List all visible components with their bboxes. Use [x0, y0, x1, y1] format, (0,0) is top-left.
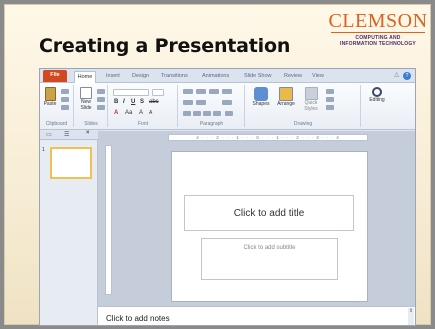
close-pane-icon[interactable]: × — [86, 130, 90, 136]
format-painter-icon[interactable] — [61, 105, 69, 110]
paste-icon — [44, 87, 56, 101]
logo-name: CLEMSON — [328, 10, 428, 32]
shapes-label: Shapes — [252, 101, 270, 107]
ribbon-home: Paste Clipboard New Slide Slides B I U S… — [40, 83, 415, 130]
shapes-icon — [254, 87, 268, 101]
group-label-clipboard: Clipboard — [45, 121, 68, 127]
powerpoint-window: File Home Insert Design Transitions Anim… — [39, 68, 416, 326]
vertical-ruler — [105, 145, 112, 295]
tab-review[interactable]: Review — [284, 71, 302, 82]
slides-tab-icon[interactable]: ▭ — [46, 131, 52, 138]
columns-icon[interactable] — [225, 111, 233, 116]
shrink-font-button[interactable]: A — [149, 110, 152, 116]
decrease-indent-icon[interactable] — [183, 100, 193, 105]
arrange-label: Arrange — [277, 101, 295, 107]
group-drawing: Shapes Arrange Quick Styles Drawing — [246, 85, 361, 127]
slide-thumbnail[interactable] — [50, 147, 92, 179]
align-center-icon[interactable] — [193, 111, 201, 116]
copy-icon[interactable] — [61, 97, 69, 102]
arrange-button[interactable]: Arrange — [274, 87, 298, 107]
group-paragraph: Paragraph — [179, 85, 245, 127]
cut-icon[interactable] — [61, 89, 69, 94]
group-slides: New Slide Slides — [75, 85, 108, 127]
bold-button[interactable]: B — [114, 99, 118, 105]
logo-rule — [331, 32, 425, 33]
tab-home[interactable]: Home — [74, 71, 96, 83]
shadow-button[interactable]: S — [140, 99, 144, 105]
align-left-icon[interactable] — [183, 111, 191, 116]
shape-fill-icon[interactable] — [326, 89, 334, 94]
quick-styles-label: Quick Styles — [304, 100, 318, 112]
increase-indent-icon[interactable] — [196, 100, 206, 105]
outline-tab-icon[interactable]: ☰ — [64, 131, 69, 138]
tab-file[interactable]: File — [43, 70, 67, 82]
tab-slide-show[interactable]: Slide Show — [244, 71, 272, 82]
shape-outline-icon[interactable] — [326, 97, 334, 102]
ribbon-tab-bar: File Home Insert Design Transitions Anim… — [40, 69, 415, 83]
quick-styles-button[interactable]: Quick Styles — [300, 87, 322, 112]
group-clipboard: Paste Clipboard — [40, 85, 74, 127]
reset-icon[interactable] — [97, 97, 105, 102]
quick-styles-icon — [304, 87, 318, 100]
editing-label: Editing — [369, 97, 385, 103]
paste-button[interactable]: Paste — [42, 87, 58, 107]
group-label-font: Font — [137, 121, 148, 127]
section-icon[interactable] — [97, 105, 105, 110]
tab-transitions[interactable]: Transitions — [161, 71, 188, 82]
horizontal-ruler: 4 · · · 2 · · · 1 · · · 0 · · · 1 · · · … — [168, 134, 368, 141]
slides-pane: ▭ ☰ × 1 — [40, 130, 98, 325]
group-label-paragraph: Paragraph — [199, 121, 224, 127]
slide-canvas[interactable]: Click to add title Click to add subtitle — [171, 151, 368, 302]
shapes-button[interactable]: Shapes — [250, 87, 272, 107]
group-editing: Editing — [362, 85, 392, 127]
numbering-icon[interactable] — [196, 89, 206, 94]
arrange-icon — [279, 87, 293, 101]
strikethrough-button[interactable]: abc — [149, 99, 159, 105]
help-icon[interactable]: ? — [403, 72, 411, 80]
italic-button[interactable]: I — [123, 99, 125, 105]
font-name-box[interactable] — [113, 89, 149, 96]
logo-sub-line2: INFORMATION TECHNOLOGY — [340, 41, 416, 47]
shape-effects-icon[interactable] — [326, 105, 334, 110]
minimize-ribbon-icon[interactable]: △ — [394, 71, 399, 78]
binoculars-icon — [372, 87, 382, 97]
underline-button[interactable]: U — [131, 99, 135, 105]
new-slide-button[interactable]: New Slide — [78, 87, 94, 111]
justify-icon[interactable] — [213, 111, 221, 116]
clemson-logo: CLEMSON COMPUTING AND INFORMATION TECHNO… — [323, 11, 433, 56]
title-placeholder[interactable]: Click to add title — [184, 195, 354, 231]
new-slide-icon — [80, 87, 92, 99]
tab-animations[interactable]: Animations — [202, 71, 229, 82]
new-slide-label: New Slide — [80, 99, 92, 111]
align-right-icon[interactable] — [203, 111, 211, 116]
group-label-slides: Slides — [84, 121, 98, 127]
font-color-button[interactable]: A — [114, 110, 118, 116]
change-case-button[interactable]: Aa — [125, 110, 132, 116]
group-label-drawing: Drawing — [293, 121, 313, 127]
grow-font-button[interactable]: A — [139, 110, 143, 116]
notes-pane[interactable]: Click to add notes — [98, 306, 415, 325]
subtitle-placeholder[interactable]: Click to add subtitle — [201, 238, 338, 280]
tab-view[interactable]: View — [312, 71, 324, 82]
layout-icon[interactable] — [97, 89, 105, 94]
bullets-icon[interactable] — [183, 89, 193, 94]
slide-number: 1 — [42, 147, 45, 153]
notes-scrollbar[interactable]: ⇕ — [408, 308, 414, 325]
tab-design[interactable]: Design — [132, 71, 149, 82]
text-direction-icon[interactable] — [222, 89, 232, 94]
presentation-slide: Creating a Presentation CLEMSON COMPUTIN… — [4, 4, 433, 326]
slide-workspace: 4 · · · 2 · · · 1 · · · 0 · · · 1 · · · … — [98, 131, 415, 325]
slides-pane-tabs: ▭ ☰ × — [40, 130, 98, 140]
group-font: B I U S abc A Aa A A Font — [109, 85, 178, 127]
editing-button[interactable]: Editing — [366, 87, 388, 103]
line-spacing-icon[interactable] — [209, 89, 219, 94]
font-size-box[interactable] — [152, 89, 164, 96]
paste-label: Paste — [43, 101, 57, 107]
tab-insert[interactable]: Insert — [106, 71, 120, 82]
align-text-icon[interactable] — [222, 100, 232, 105]
slide-title: Creating a Presentation — [39, 35, 291, 57]
